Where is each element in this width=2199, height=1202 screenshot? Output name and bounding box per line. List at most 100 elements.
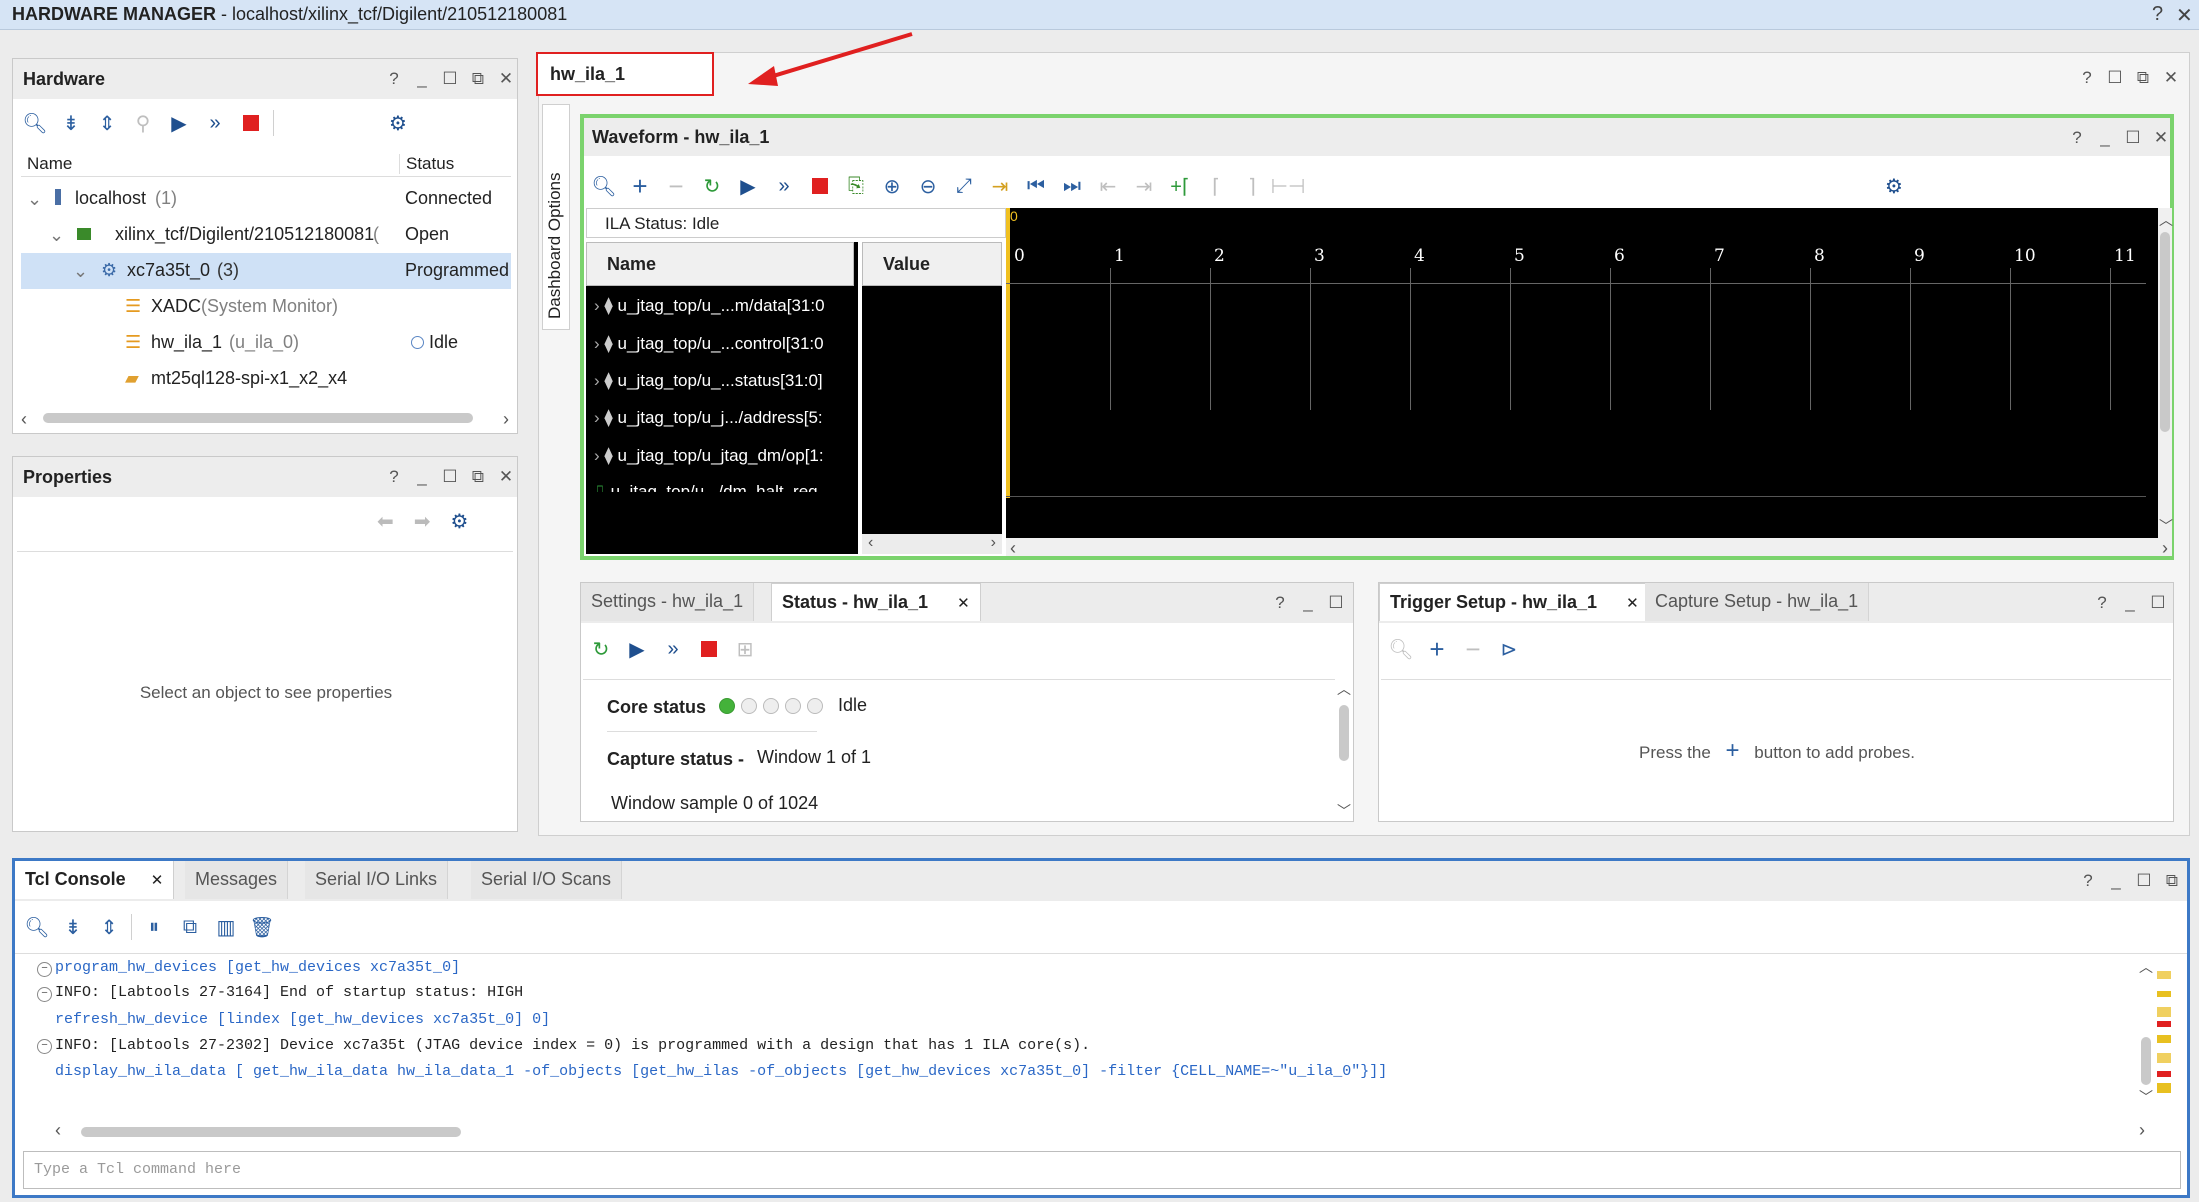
signal-row[interactable]: › ⧫ u_jtag_top/u_...status[31:0] [594, 371, 823, 391]
signal-row[interactable]: › ⧫ u_jtag_top/u_j.../address[5: [594, 408, 823, 428]
goto-start-icon[interactable]: ⏮ [1018, 170, 1054, 202]
auto-connect-icon[interactable]: ⚲ [125, 107, 161, 139]
swap-cursors-icon[interactable]: ⊢⊣ [1270, 170, 1306, 202]
float-icon[interactable]: ⧉ [2163, 871, 2181, 891]
maximize-icon[interactable]: ☐ [2149, 593, 2167, 613]
close-icon[interactable]: ✕ [1626, 595, 1639, 612]
waveform-hscroll[interactable]: ‹ › [1006, 538, 2172, 558]
maximize-icon[interactable]: ☐ [441, 69, 459, 89]
tab-serial-io-links[interactable]: Serial I/O Links [305, 861, 449, 899]
run-trigger-icon[interactable]: ▶ [619, 633, 655, 665]
tree-row-xadc[interactable]: ☰ XADC (System Monitor) [21, 289, 511, 325]
help-icon[interactable]: ? [2068, 128, 2086, 148]
signal-row[interactable]: › ⧫ u_jtag_top/u_...control[31:0 [594, 334, 824, 354]
maximize-icon[interactable]: ☐ [2124, 128, 2142, 148]
close-icon[interactable]: ✕ [2176, 3, 2193, 28]
tab-trigger-setup[interactable]: Trigger Setup - hw_ila_1 ✕ [1379, 583, 1650, 621]
add-marker-icon[interactable]: +⌈ [1162, 170, 1198, 202]
goto-end-icon[interactable]: ⏭ [1054, 170, 1090, 202]
tab-capture-setup[interactable]: Capture Setup - hw_ila_1 [1645, 583, 1870, 621]
gear-icon[interactable]: ⚙ [380, 107, 416, 139]
help-icon[interactable]: ? [2078, 68, 2096, 88]
value-scrollbar[interactable]: ‹ › [862, 534, 1002, 552]
minimize-icon[interactable]: _ [413, 467, 431, 487]
help-icon[interactable]: ? [2093, 593, 2111, 613]
prev-marker-icon[interactable]: ⌈ [1198, 170, 1234, 202]
stop-icon[interactable] [691, 633, 727, 665]
zoom-out-icon[interactable]: ⊖ [910, 170, 946, 202]
search-icon[interactable]: 🔍︎ [19, 911, 55, 943]
search-icon[interactable]: 🔍︎ [17, 107, 53, 139]
clear-console-icon[interactable]: 🗑︎ [244, 911, 280, 943]
next-marker-icon[interactable]: ⌉ [1234, 170, 1270, 202]
zoom-in-icon[interactable]: ⊕ [874, 170, 910, 202]
status-vscroll[interactable]: ︿ ﹀ [1337, 679, 1351, 821]
tree-row-device[interactable]: ⌄ ⚙ xc7a35t_0 (3) Programmed [21, 253, 511, 289]
stop-icon[interactable] [233, 107, 269, 139]
stop-icon[interactable] [802, 170, 838, 202]
console-vscroll[interactable]: ︿ ﹀ [2139, 957, 2153, 1107]
goto-cursor-icon[interactable]: ⇥ [982, 170, 1018, 202]
tree-row-ila[interactable]: ☰ hw_ila_1 (u_ila_0) Idle [21, 325, 511, 361]
close-icon[interactable]: ✕ [2152, 128, 2170, 148]
minimize-icon[interactable]: _ [2121, 593, 2139, 613]
waveform-canvas[interactable]: 0 0 1 2 3 4 5 6 7 8 9 10 11 [1006, 208, 2158, 538]
close-icon[interactable]: ✕ [2162, 68, 2180, 88]
minimize-icon[interactable]: _ [413, 69, 431, 89]
signal-row[interactable]: ⎍ u_jtag_top/u.../dm_halt_req [594, 482, 818, 492]
forward-arrow-icon[interactable]: ➡ [414, 509, 431, 534]
tab-status[interactable]: Status - hw_ila_1 ✕ [771, 583, 981, 621]
help-icon[interactable]: ? [2152, 3, 2163, 26]
help-icon[interactable]: ? [385, 69, 403, 89]
prev-transition-icon[interactable]: ⇤ [1090, 170, 1126, 202]
add-icon[interactable]: + [622, 170, 658, 202]
dashboard-options-tab[interactable]: Dashboard Options [542, 104, 570, 330]
back-arrow-icon[interactable]: ⬅ [377, 509, 394, 534]
maximize-icon[interactable]: ☐ [441, 467, 459, 487]
search-icon[interactable]: 🔍︎ [1383, 633, 1419, 665]
trigger-position-icon[interactable]: ⊞ [727, 633, 763, 665]
close-icon[interactable]: ✕ [151, 872, 164, 889]
minimize-icon[interactable]: _ [2096, 128, 2114, 148]
gear-icon[interactable]: ⚙ [1876, 170, 1912, 202]
float-icon[interactable]: ⧉ [2134, 68, 2152, 88]
run-trigger-icon[interactable]: ▶ [730, 170, 766, 202]
zoom-fit-icon[interactable]: ⤢ [946, 170, 982, 202]
tree-row-localhost[interactable]: ⌄ localhost (1) Connected [21, 181, 511, 217]
waveform-vscroll[interactable]: ︿ ﹀ [2158, 208, 2173, 538]
tab-tcl-console[interactable]: Tcl Console ✕ [15, 861, 175, 899]
copy-icon[interactable]: ⧉ [172, 911, 208, 943]
horizontal-scrollbar[interactable]: ‹ › [21, 409, 511, 429]
remove-icon[interactable]: − [658, 170, 694, 202]
export-icon[interactable]: ⎘ [838, 170, 874, 202]
search-icon[interactable]: 🔍︎ [586, 170, 622, 202]
expand-all-icon[interactable]: ⇕ [91, 911, 127, 943]
run-immediate-icon[interactable]: » [197, 107, 233, 139]
minimize-icon[interactable]: _ [1299, 593, 1317, 613]
help-icon[interactable]: ? [1271, 593, 1289, 613]
tcl-command-input[interactable]: Type a Tcl command here [23, 1151, 2181, 1189]
remove-probe-icon[interactable]: − [1455, 633, 1491, 665]
tree-row-flash[interactable]: ▰ mt25ql128-spi-x1_x2_x4 [21, 361, 511, 397]
tab-serial-io-scans[interactable]: Serial I/O Scans [471, 861, 623, 899]
auto-retrigger-icon[interactable]: ↻ [583, 633, 619, 665]
maximize-icon[interactable]: ☐ [2106, 68, 2124, 88]
maximize-icon[interactable]: ☐ [2135, 871, 2153, 891]
collapse-all-icon[interactable]: ⇟ [55, 911, 91, 943]
expand-all-icon[interactable]: ⇕ [89, 107, 125, 139]
float-icon[interactable]: ⧉ [469, 69, 487, 89]
next-transition-icon[interactable]: ⇥ [1126, 170, 1162, 202]
tab-settings[interactable]: Settings - hw_ila_1 [581, 583, 755, 621]
columns-icon[interactable]: ▥ [208, 911, 244, 943]
float-icon[interactable]: ⧉ [469, 467, 487, 487]
auto-retrigger-icon[interactable]: ↻ [694, 170, 730, 202]
help-icon[interactable]: ? [385, 467, 403, 487]
collapse-all-icon[interactable]: ⇟ [53, 107, 89, 139]
close-icon[interactable]: ✕ [497, 467, 515, 487]
signal-row[interactable]: › ⧫ u_jtag_top/u_jtag_dm/op[1: [594, 446, 824, 466]
signal-row[interactable]: › ⧫ u_jtag_top/u_...m/data[31:0 [594, 296, 825, 316]
add-probe-icon[interactable]: + [1419, 633, 1455, 665]
run-trigger-icon[interactable]: ▶ [161, 107, 197, 139]
pause-icon[interactable]: ⏸ [136, 911, 172, 943]
gear-icon[interactable]: ⚙ [451, 509, 469, 534]
